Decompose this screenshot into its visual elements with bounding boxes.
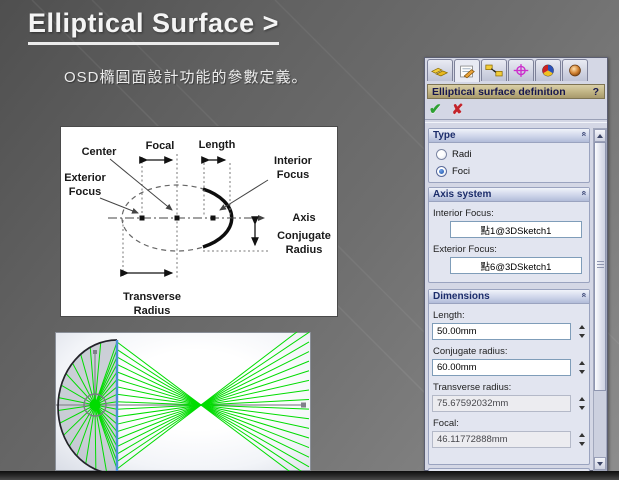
scrollbar-thumb[interactable] xyxy=(594,142,606,391)
tab-surface-definition[interactable] xyxy=(454,59,480,82)
ray-trace-image xyxy=(55,332,311,471)
property-manager-tabs xyxy=(427,59,588,82)
length-stepper[interactable] xyxy=(575,323,589,340)
spinner-down-icon[interactable] xyxy=(579,370,585,374)
scroll-down-icon xyxy=(597,462,603,466)
section-axis-header[interactable]: Axis system « xyxy=(429,188,589,202)
help-button[interactable]: ? xyxy=(593,86,604,98)
conjugate-radius-row xyxy=(432,359,589,376)
focal-row xyxy=(432,431,589,448)
radio-icon[interactable] xyxy=(436,166,447,177)
surface-form-icon xyxy=(457,64,477,79)
spinner-up-icon[interactable] xyxy=(579,325,585,329)
section-type: Type « Radi Foci xyxy=(428,128,590,183)
page-subtitle: OSD橢圓面設計功能的參數定義。 xyxy=(64,66,308,87)
spinner-up-icon xyxy=(579,433,585,437)
length-row xyxy=(432,323,589,340)
label-transverse-radius: Transverse xyxy=(123,291,181,303)
collapse-chevron-icon[interactable]: « xyxy=(580,190,588,199)
tab-move-target[interactable] xyxy=(508,59,534,81)
panel-scrollbar[interactable] xyxy=(593,128,607,471)
scroll-down-button[interactable] xyxy=(594,457,606,470)
conjugate-radius-field[interactable] xyxy=(432,359,571,376)
leader-arrows xyxy=(100,159,268,213)
label-conjugate-radius: Conjugate xyxy=(277,230,331,242)
derive-structure-icon xyxy=(484,63,504,78)
appearance-sphere-icon xyxy=(565,63,585,78)
radio-option-radii[interactable]: Radi xyxy=(436,149,589,160)
length-field[interactable] xyxy=(432,323,571,340)
spinner-down-icon xyxy=(579,406,585,410)
scroll-up-icon xyxy=(597,134,603,138)
cancel-x-icon[interactable]: ✘ xyxy=(452,101,464,118)
exterior-focus-field[interactable] xyxy=(450,257,582,274)
tab-toolbox[interactable] xyxy=(427,59,453,81)
transverse-radius-stepper xyxy=(575,395,589,412)
label-length: Length xyxy=(199,139,236,151)
exterior-focus-label: Exterior Focus: xyxy=(433,244,589,255)
label-exterior-focus: Exterior xyxy=(64,172,106,184)
svg-text:Focus: Focus xyxy=(69,186,101,198)
spinner-up-icon[interactable] xyxy=(579,361,585,365)
collapse-chevron-icon[interactable]: « xyxy=(580,131,588,140)
move-target-icon xyxy=(511,63,531,78)
scrollbar-grip-icon xyxy=(597,261,604,270)
panel-actions: ✔ ✘ xyxy=(429,100,463,118)
collapse-chevron-icon[interactable]: « xyxy=(580,292,588,301)
slide-bottom-band xyxy=(0,471,619,480)
interior-focus-field[interactable] xyxy=(450,221,582,238)
property-manager-panel: Elliptical surface definition ? ✔ ✘ Type… xyxy=(424,57,608,471)
section-type-header[interactable]: Type « xyxy=(429,129,589,143)
section-dimensions: Dimensions « Length: Conjugate radius: T… xyxy=(428,289,590,465)
conjugate-radius-stepper[interactable] xyxy=(575,359,589,376)
svg-text:Radius: Radius xyxy=(286,244,323,256)
panel-title: Elliptical surface definition xyxy=(428,86,593,98)
dimension-arrows xyxy=(128,160,255,273)
interior-focus-label: Interior Focus: xyxy=(433,208,589,219)
length-label: Length: xyxy=(433,310,589,321)
radio-icon[interactable] xyxy=(436,149,447,160)
section-dimensions-header[interactable]: Dimensions « xyxy=(429,290,589,304)
section-axis-system: Axis system « Interior Focus: Exterior F… xyxy=(428,187,590,283)
construction-lines xyxy=(123,154,268,278)
page-title: Elliptical Surface > xyxy=(28,8,279,45)
conjugate-radius-label: Conjugate radius: xyxy=(433,346,589,357)
spinner-down-icon[interactable] xyxy=(579,334,585,338)
panel-header: Elliptical surface definition ? xyxy=(427,84,605,99)
focal-label: Focal: xyxy=(433,418,589,429)
svg-text:Focus: Focus xyxy=(277,169,309,181)
toolbox-icon xyxy=(430,63,450,78)
transverse-radius-label: Transverse radius: xyxy=(433,382,589,393)
tab-render-colors[interactable] xyxy=(535,59,561,81)
radio-option-foci[interactable]: Foci xyxy=(436,166,589,177)
transverse-radius-field xyxy=(432,395,571,412)
tab-appearance[interactable] xyxy=(562,59,588,81)
focal-stepper xyxy=(575,431,589,448)
focal-field xyxy=(432,431,571,448)
source-point xyxy=(90,400,101,411)
spinner-up-icon xyxy=(579,397,585,401)
label-interior-focus: Interior xyxy=(274,155,313,167)
presentation-slide: Elliptical Surface > OSD橢圓面設計功能的參數定義。 xyxy=(0,0,619,480)
label-axis: Axis xyxy=(292,212,315,224)
label-center: Center xyxy=(82,146,118,158)
ellipse-parameter-diagram: Center Focal Length Interior Focus Exter… xyxy=(60,126,338,317)
scroll-up-button[interactable] xyxy=(594,129,606,142)
render-sphere-icon xyxy=(538,63,558,78)
svg-text:Radius: Radius xyxy=(134,305,171,317)
tab-derive[interactable] xyxy=(481,59,507,81)
divider xyxy=(425,119,607,123)
spinner-down-icon xyxy=(579,442,585,446)
label-focal: Focal xyxy=(146,140,175,152)
ok-check-icon[interactable]: ✔ xyxy=(429,100,442,118)
transverse-radius-row xyxy=(432,395,589,412)
axis-endpoint xyxy=(301,403,306,408)
